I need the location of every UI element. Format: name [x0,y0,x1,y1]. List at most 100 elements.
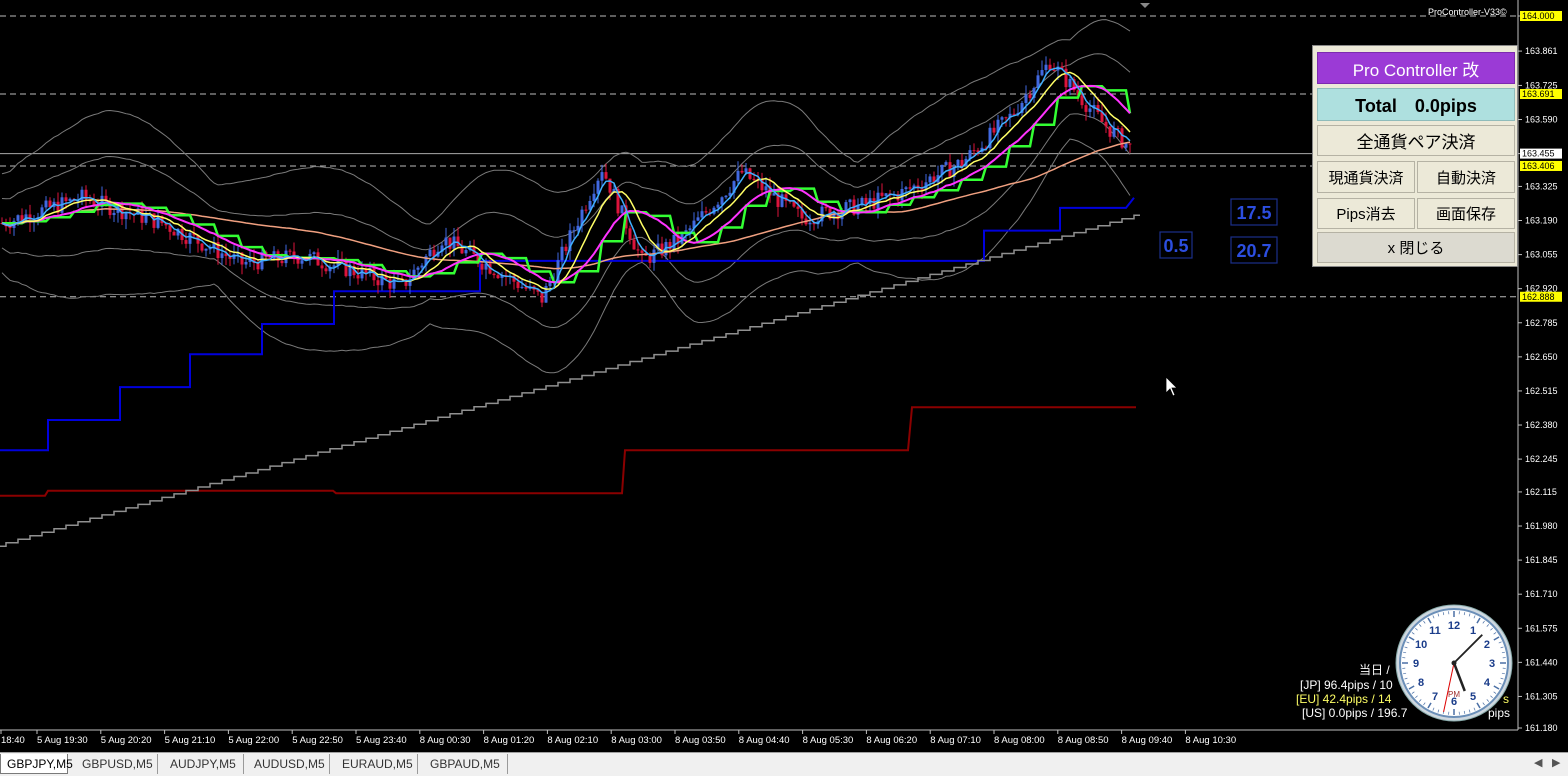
time-tick-label: 8 Aug 04:40 [739,735,790,746]
price-tick-label: 161.305 [1525,691,1558,701]
candle-body [696,217,700,221]
candle-body [300,260,304,264]
candle-body [444,237,448,246]
candle-body [376,280,380,286]
candle-body [604,172,608,179]
close-all-pairs-button[interactable]: 全通貨ペア決済 [1317,125,1515,156]
clock-number: 8 [1418,677,1424,689]
save-screen-button[interactable]: 画面保存 [1417,198,1515,229]
clock-number: 1 [1470,625,1476,637]
session-stats-header: 当日 / [1359,663,1390,677]
clock-number: 4 [1484,677,1491,689]
price-tick-label: 161.575 [1525,623,1558,633]
session-stats-jp: [JP] 96.4pips / 10 [1300,678,1393,692]
candle-body [204,248,208,251]
time-tick-label: 5 Aug 22:00 [228,735,279,746]
clear-pips-button[interactable]: Pips消去 [1317,198,1415,229]
candle-body [972,150,976,152]
tab-scroll-left-icon[interactable]: ◀ [1534,756,1542,769]
price-tick-label: 162.115 [1525,487,1557,497]
clock-number: 9 [1413,658,1419,670]
price-marker-label: 162.888 [1522,292,1555,302]
candle-body [124,212,128,220]
candle-body [16,215,20,221]
clock-ampm: PM [1448,690,1460,699]
time-tick-label: 18:40 [1,735,25,746]
candle-body [808,222,812,225]
candle-body [388,279,392,289]
candle-body [864,197,868,204]
candle-body [560,246,564,261]
clock-number: 3 [1489,658,1495,670]
time-tick-label: 5 Aug 21:10 [165,735,216,746]
candle-body [908,187,912,189]
price-tick-label: 163.325 [1525,181,1558,191]
candle-body [220,253,224,259]
panel-title: Pro Controller 改 [1317,52,1515,84]
candle-body [724,195,728,198]
candle-body [648,255,652,263]
candle-body [44,200,48,208]
candle-body [288,250,292,252]
time-tick-label: 8 Aug 09:40 [1122,735,1173,746]
candle-body [1084,105,1088,112]
pips-box-label: 20.7 [1236,241,1271,261]
pro-controller-panel: Pro Controller 改 Total 0.0pips 全通貨ペア決済 現… [1312,45,1518,267]
indicator-label: ProController-V33© [1428,7,1507,17]
close-panel-button[interactable]: x 閉じる [1317,232,1515,263]
tab-euraud[interactable]: EURAUD,M5 [336,754,418,774]
auto-close-button[interactable]: 自動決済 [1417,161,1515,193]
time-tick-label: 8 Aug 05:30 [803,735,854,746]
price-tick-label: 161.710 [1525,589,1558,599]
clock-number: 11 [1429,625,1441,637]
candle-body [1120,128,1124,148]
tab-gbpjpy[interactable]: GBPJPY,M5 [0,754,73,774]
time-tick-label: 5 Aug 22:50 [292,735,343,746]
candle-body [496,275,500,279]
candle-body [312,252,316,254]
price-marker-label: 164.000 [1522,11,1555,21]
price-tick-label: 162.380 [1525,420,1558,430]
tab-audjpy[interactable]: AUDJPY,M5 [164,754,244,774]
session-stats-eu-suffix: s [1503,692,1509,706]
candle-body [464,250,468,254]
tab-gbpusd[interactable]: GBPUSD,M5 [76,754,158,774]
candle-body [848,199,852,203]
candle-body [772,193,776,196]
candle-body [1024,94,1028,103]
candle-body [1052,69,1056,71]
candle-body [700,211,704,218]
candle-body [420,265,424,268]
candle-body [720,197,724,205]
tab-gbpaud[interactable]: GBPAUD,M5 [424,754,508,774]
clock-number: 12 [1448,620,1460,632]
tab-audusd[interactable]: AUDUSD,M5 [248,754,330,774]
price-tick-label: 162.650 [1525,352,1558,362]
candle-body [184,240,188,244]
candle-body [1040,70,1044,76]
time-tick-label: 8 Aug 02:10 [547,735,598,746]
candle-body [360,268,364,279]
price-tick-label: 161.440 [1525,657,1558,667]
candle-body [744,168,748,173]
candle-body [1028,94,1032,98]
tab-scroll-right-icon[interactable]: ▶ [1552,756,1560,769]
candle-body [584,209,588,211]
candle-body [320,265,324,269]
candle-body [716,204,720,208]
candle-body [880,192,884,196]
candle-body [992,127,996,133]
candle-body [456,236,460,247]
clock-number: 7 [1432,691,1438,703]
candle-body [188,232,192,244]
candle-body [764,186,768,191]
price-tick-label: 163.055 [1525,250,1558,260]
candle-body [796,206,800,209]
candle-body [652,249,656,263]
candle-body [516,281,520,288]
session-stats-us-suffix: pips [1488,706,1510,720]
time-tick-label: 8 Aug 03:00 [611,735,662,746]
time-tick-label: 8 Aug 07:10 [930,735,981,746]
close-current-pair-button[interactable]: 現通貨決済 [1317,161,1415,193]
candle-body [672,234,676,250]
